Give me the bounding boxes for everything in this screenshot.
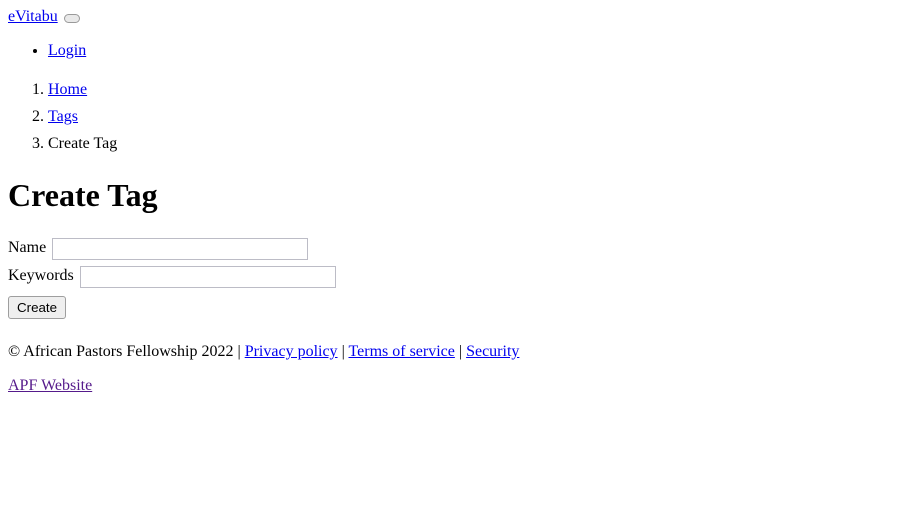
- footer-sep-glyph-1: |: [237, 343, 241, 361]
- footer-sep-glyph-2: |: [341, 343, 345, 361]
- breadcrumb-item-tags: Tags: [48, 103, 912, 130]
- footer-link-apf-website[interactable]: APF Website: [8, 377, 92, 394]
- footer-link-privacy-policy[interactable]: Privacy policy: [245, 343, 338, 360]
- name-label: Name: [8, 239, 47, 257]
- breadcrumb-item-current: Create Tag: [48, 130, 912, 157]
- navbar-toggle-button[interactable]: [63, 13, 80, 23]
- footer-copyright: © African Pastors Fellowship 2022: [8, 343, 234, 361]
- footer-link-terms-of-service[interactable]: Terms of service: [348, 343, 454, 360]
- footer-apf-line: APF Website: [8, 377, 912, 395]
- create-button[interactable]: Create: [8, 296, 67, 320]
- keywords-label: Keywords: [8, 267, 74, 285]
- form-row-keywords: Keywords: [8, 262, 912, 290]
- name-input[interactable]: [52, 237, 309, 260]
- nav-item-login[interactable]: Login: [48, 42, 86, 59]
- footer-link-security[interactable]: Security: [466, 343, 519, 360]
- main-content: Create Tag Name Keywords Create: [8, 177, 912, 320]
- form-row-name: Name: [8, 234, 912, 262]
- list-item: Login: [48, 42, 912, 60]
- navbar-brand-link[interactable]: eVitabu: [8, 8, 58, 25]
- navbar: eVitabu Login: [8, 8, 912, 60]
- keywords-input[interactable]: [79, 265, 336, 288]
- breadcrumb-item-home: Home: [48, 76, 912, 103]
- breadcrumb-link-tags[interactable]: Tags: [48, 108, 78, 125]
- page-footer: © African Pastors Fellowship 2022 | Priv…: [8, 343, 912, 395]
- navbar-header: eVitabu: [8, 8, 912, 26]
- create-tag-form: Name Keywords Create: [8, 234, 912, 320]
- breadcrumb: Home Tags Create Tag: [8, 76, 912, 157]
- form-row-submit: Create: [8, 296, 912, 320]
- breadcrumb-link-home[interactable]: Home: [48, 81, 87, 98]
- footer-legal-line: © African Pastors Fellowship 2022 | Priv…: [8, 343, 912, 361]
- page-title: Create Tag: [8, 177, 158, 213]
- footer-sep-glyph-3: |: [458, 343, 463, 361]
- navbar-menu-list: Login: [8, 42, 912, 60]
